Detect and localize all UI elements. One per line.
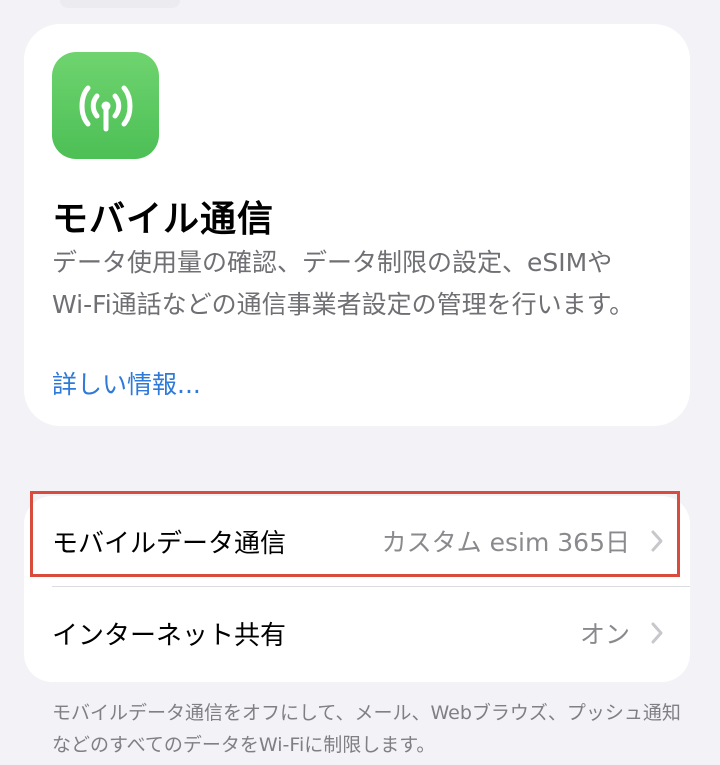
top-card-edge: [60, 0, 180, 8]
hotspot-value: オン: [579, 620, 630, 649]
chevron-right-icon: [650, 621, 664, 645]
mobile-service-header-card: モバイル通信 データ使用量の確認、データ制限の設定、eSIMやWi-Fi通話など…: [24, 24, 690, 426]
row-divider: [52, 586, 690, 587]
footer-note: モバイルデータ通信をオフにして、メール、Webブラウズ、プッシュ通知などのすべて…: [52, 702, 681, 756]
selection-highlight: [30, 491, 680, 577]
learn-more-link[interactable]: 詳しい情報...: [52, 365, 201, 401]
hotspot-label: インターネット共有: [52, 620, 287, 651]
hotspot-row[interactable]: インターネット共有 オン: [24, 588, 690, 678]
page-description: データ使用量の確認、データ制限の設定、eSIMやWi-Fi通話などの通信事業者設…: [52, 248, 635, 319]
page-title: モバイル通信: [52, 199, 275, 240]
antenna-signal-icon: [52, 52, 159, 159]
